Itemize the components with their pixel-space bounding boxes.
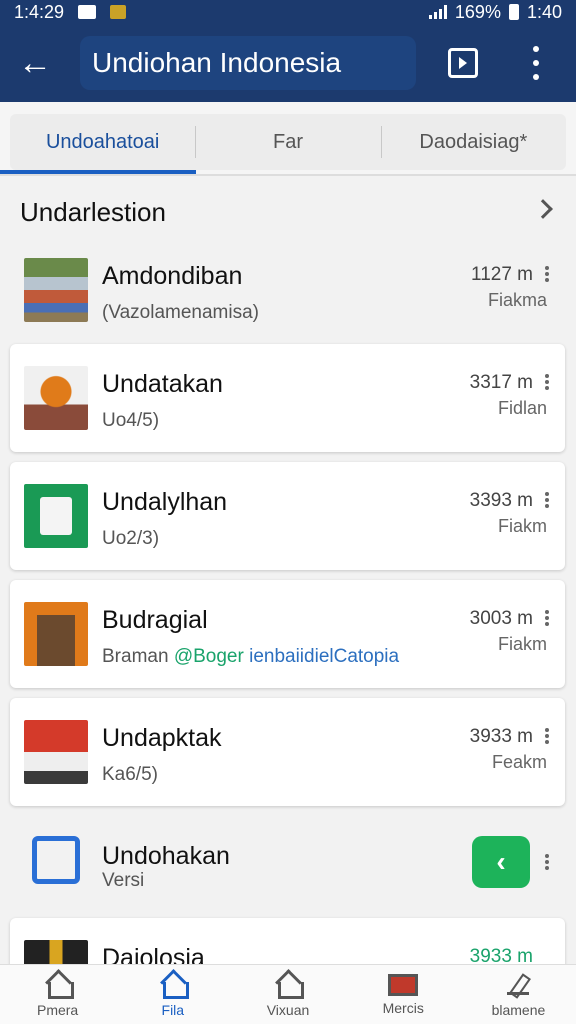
item-subtitle: Braman @Boger ienbaiidielCatopia [102,646,399,668]
item-thumbnail [24,602,88,666]
more-vert-icon[interactable] [545,854,551,870]
mail-icon [78,5,97,19]
item-status: Fidlan [497,398,547,418]
arrow-left-icon: ← [18,43,52,82]
item-subtitle: Versi [102,870,145,891]
home-icon [43,972,74,999]
item-status: Fiakm [498,516,547,536]
app-bar: ← Undiohan Indonesia [0,24,576,102]
nav-item-4[interactable]: Mercis [346,965,461,1024]
document-icon [24,484,88,548]
more-vert-icon[interactable] [545,374,551,390]
mail-icon [388,973,419,996]
item-subtitle: (Vazolamenamisa) [102,302,259,323]
section-header[interactable]: Undarlestion [0,180,576,244]
more-vert-icon[interactable] [545,492,551,508]
share-button[interactable]: ‹ [472,836,530,888]
more-vert-icon[interactable] [545,266,551,282]
tab-2[interactable]: Far [195,114,380,170]
nav-label: Pmera [36,1001,79,1018]
subtitle-link[interactable]: ienbaiidielCatopia [249,646,399,667]
nav-label: Fila [161,1001,185,1018]
edit-icon [503,972,533,998]
nav-label: Vixuan [266,1001,310,1018]
item-title: Undalylhan [102,488,228,516]
item-title: Undapktak [102,724,222,752]
tab-bar: Undoahatoai Far Daodaisiag* [0,102,576,176]
list-item[interactable]: Undalylhan Uo2/3) 3393 m Fiakm [10,462,565,570]
nav-item-1[interactable]: Pmera [0,965,115,1024]
back-button[interactable]: ← [0,24,70,102]
status-bar: 1:4:29 169% 1:40 [0,0,576,24]
list-item[interactable]: Undohakan Versi ‹ [10,816,565,924]
list-item[interactable]: Budragial Braman @Boger ienbaiidielCatop… [10,580,565,688]
signal-icon [428,5,447,19]
status-clock: 1:40 [526,1,562,22]
status-left: 1:4:29 [14,1,127,23]
battery-percent: 169% [454,1,501,22]
item-thumbnail [24,720,88,784]
item-status: Fiakma [487,290,547,310]
divider [0,174,576,176]
item-thumbnail [24,258,88,322]
item-size: 1127 m [471,264,533,285]
subtitle-prefix: Braman [102,646,169,667]
notification-icon [110,5,127,19]
tab-group: Undoahatoai Far Daodaisiag* [10,114,566,170]
item-subtitle: Ka6/5) [102,764,158,785]
list-item[interactable]: Undapktak Ka6/5) 3933 m Feakm [10,698,565,806]
subtitle-tag[interactable]: @Boger [174,646,244,667]
more-vert-icon[interactable] [528,46,544,80]
item-title: Undatakan [102,370,223,398]
item-subtitle: Uo4/5) [102,410,160,431]
more-vert-icon[interactable] [545,610,551,626]
tab-1[interactable]: Undoahatoai [10,114,195,170]
item-thumbnail [24,366,88,430]
home-icon [273,972,304,999]
list-item[interactable]: Undatakan Uo4/5) 3317 m Fidlan [10,344,565,452]
item-size: 3933 m [469,726,533,747]
nav-label: blamene [491,1001,546,1018]
bottom-nav: Pmera Fila Vixuan Mercis blamene [0,964,576,1024]
tab-3[interactable]: Daodaisiag* [380,114,566,170]
status-right: 169% 1:40 [428,1,562,23]
nav-item-5[interactable]: blamene [461,965,576,1024]
item-status: Feakm [491,752,547,772]
battery-icon [508,4,519,20]
item-size: 3317 m [469,372,533,393]
nav-item-3[interactable]: Vixuan [230,965,345,1024]
open-box-icon[interactable] [448,48,478,78]
nav-item-2[interactable]: Fila [115,965,230,1024]
item-title: Amdondiban [102,262,243,290]
item-size: 3003 m [469,608,533,629]
item-size: 3393 m [469,490,533,511]
email-icon [32,836,80,884]
item-subtitle: Uo2/3) [102,528,160,549]
app-title: Undiohan Indonesia [80,36,416,90]
status-time: 1:4:29 [14,1,65,22]
item-title: Budragial [102,606,208,634]
section-title: Undarlestion [20,196,166,227]
list-item[interactable]: Amdondiban (Vazolamenamisa) 1127 m Fiakm… [10,236,565,344]
more-vert-icon[interactable] [545,728,551,744]
item-status: Fiakm [498,634,547,654]
item-title: Undohakan [102,842,230,870]
home-icon [158,972,189,999]
share-icon: ‹ [496,846,506,877]
nav-label: Mercis [382,999,424,1016]
